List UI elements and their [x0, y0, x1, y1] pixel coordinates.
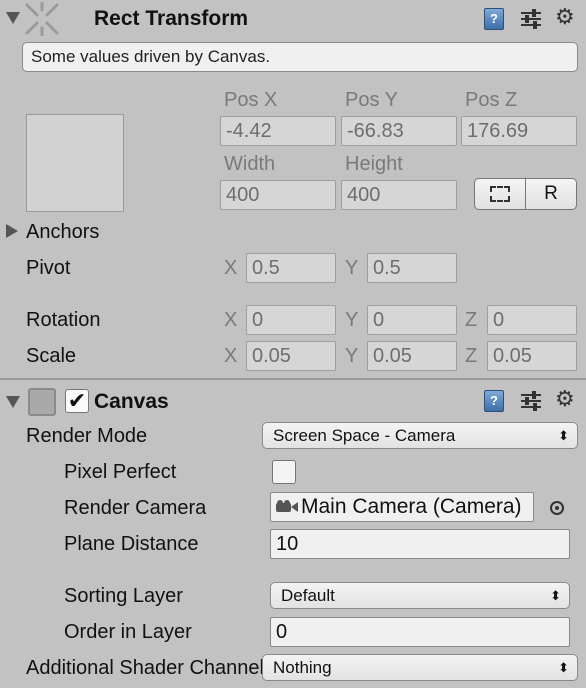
pos-z-label: Pos Z: [465, 89, 518, 111]
scale-z-field[interactable]: 0.05: [487, 341, 577, 371]
rect-transform-foldout-arrow[interactable]: [6, 12, 20, 24]
order-in-layer-label: Order in Layer: [64, 621, 192, 643]
pixel-perfect-checkbox[interactable]: [272, 460, 296, 484]
pos-x-field[interactable]: -4.42: [220, 116, 336, 146]
pos-x-label: Pos X: [224, 89, 278, 111]
render-mode-value: Screen Space - Camera: [273, 426, 456, 445]
render-mode-dropdown[interactable]: Screen Space - Camera ⬍: [262, 422, 578, 449]
dropdown-arrows-icon: ⬍: [550, 588, 561, 603]
scale-x-field[interactable]: 0.05: [246, 341, 336, 371]
anchor-presets-box[interactable]: [26, 114, 124, 212]
rotation-y-field[interactable]: 0: [367, 305, 457, 335]
scale-y-label: Y: [345, 345, 359, 367]
raw-edit-label: R: [544, 183, 558, 204]
scale-x-label: X: [224, 345, 238, 367]
rotation-z-label: Z: [465, 309, 478, 331]
object-picker-icon[interactable]: [550, 501, 564, 515]
dropdown-arrows-icon: ⬍: [558, 428, 569, 443]
help-book-icon[interactable]: ?: [484, 390, 504, 412]
pos-y-field[interactable]: -66.83: [341, 116, 457, 146]
presets-sliders-icon[interactable]: [520, 8, 542, 30]
anchors-label[interactable]: Anchors: [26, 220, 99, 244]
render-mode-label: Render Mode: [26, 425, 148, 447]
rotation-x-label: X: [224, 309, 238, 331]
sorting-layer-label: Sorting Layer: [64, 585, 183, 607]
help-book-icon[interactable]: ?: [484, 8, 504, 30]
blueprint-mode-button[interactable]: [474, 178, 526, 210]
scale-y-field[interactable]: 0.05: [367, 341, 457, 371]
rotation-label: Rotation: [26, 309, 101, 331]
blueprint-dashed-rect-icon: [490, 186, 510, 202]
anchors-foldout-arrow[interactable]: [6, 224, 18, 238]
additional-shader-label: Additional Shader Channels: [26, 657, 262, 679]
canvas-enabled-checkbox[interactable]: ✔: [65, 389, 89, 413]
additional-shader-dropdown[interactable]: Nothing ⬍: [262, 654, 578, 681]
rotation-z-field[interactable]: 0: [487, 305, 577, 335]
gear-icon[interactable]: ⚙︎: [555, 6, 575, 28]
pos-z-field[interactable]: 176.69: [461, 116, 577, 146]
height-label: Height: [345, 153, 403, 175]
additional-shader-value: Nothing: [273, 658, 332, 677]
pos-y-label: Pos Y: [345, 89, 398, 111]
additional-shader-label-clip: Additional Shader Channels: [26, 656, 262, 680]
sorting-layer-value: Default: [281, 586, 335, 605]
order-in-layer-field[interactable]: 0: [270, 617, 570, 647]
component-divider: [0, 378, 586, 380]
pixel-perfect-label: Pixel Perfect: [64, 461, 177, 483]
gear-icon[interactable]: ⚙︎: [555, 388, 575, 410]
plane-distance-label: Plane Distance: [64, 533, 199, 555]
driven-info-text: Some values driven by Canvas.: [31, 47, 271, 66]
driven-info-box: Some values driven by Canvas.: [22, 42, 578, 72]
camera-icon: [276, 500, 298, 513]
rect-transform-title: Rect Transform: [94, 7, 249, 30]
pivot-y-label: Y: [345, 257, 359, 279]
dropdown-arrows-icon: ⬍: [558, 660, 569, 675]
render-camera-field[interactable]: Main Camera (Camera): [270, 492, 534, 522]
canvas-component-icon: [28, 388, 56, 416]
pivot-x-field[interactable]: 0.5: [246, 253, 336, 283]
scale-label: Scale: [26, 345, 77, 367]
raw-edit-button[interactable]: R: [525, 178, 577, 210]
canvas-foldout-arrow[interactable]: [6, 396, 20, 408]
rect-transform-icon: [25, 2, 59, 36]
canvas-title: Canvas: [94, 390, 169, 413]
width-field[interactable]: 400: [220, 180, 336, 210]
height-field[interactable]: 400: [341, 180, 457, 210]
pivot-y-field[interactable]: 0.5: [367, 253, 457, 283]
rotation-x-field[interactable]: 0: [246, 305, 336, 335]
scale-z-label: Z: [465, 345, 478, 367]
sorting-layer-dropdown[interactable]: Default ⬍: [270, 582, 570, 609]
rotation-y-label: Y: [345, 309, 359, 331]
render-camera-label: Render Camera: [64, 497, 207, 519]
width-label: Width: [224, 153, 276, 175]
render-camera-value: Main Camera (Camera): [301, 495, 522, 518]
presets-sliders-icon[interactable]: [520, 390, 542, 412]
pivot-x-label: X: [224, 257, 238, 279]
plane-distance-field[interactable]: 10: [270, 529, 570, 559]
pivot-label: Pivot: [26, 257, 71, 279]
